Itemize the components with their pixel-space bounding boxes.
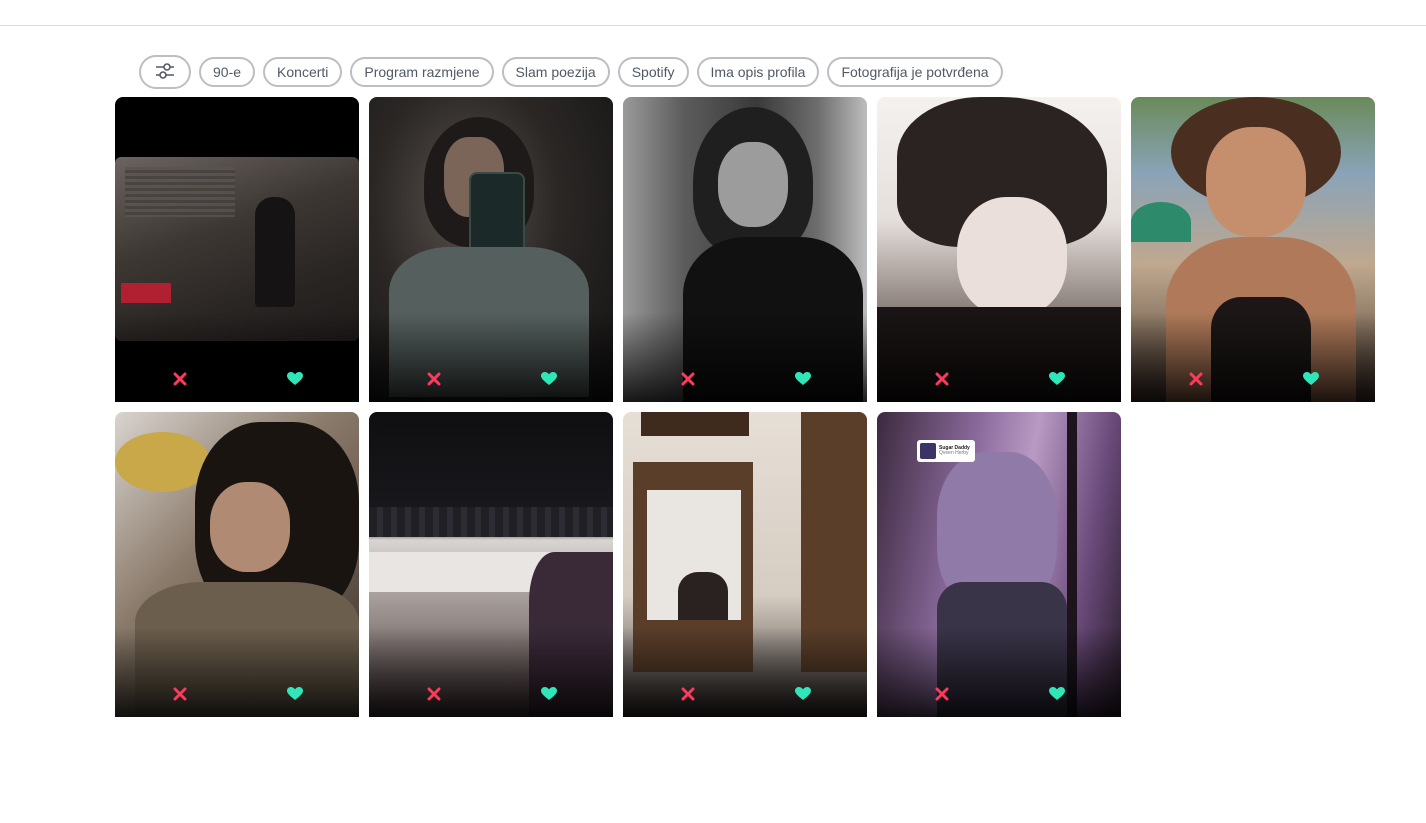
sliders-icon [154,60,176,85]
like-button[interactable] [792,685,814,707]
like-button[interactable] [538,370,560,392]
like-button[interactable] [538,685,560,707]
nope-button[interactable] [169,685,191,707]
profiles-grid: Sugar Daddy Qveen Herby [115,97,1375,717]
nope-button[interactable] [423,685,445,707]
heart-icon [541,686,557,706]
like-button[interactable] [792,370,814,392]
nope-button[interactable] [169,370,191,392]
spotify-anthem-badge: Sugar Daddy Qveen Herby [917,440,975,462]
profile-card[interactable] [1131,97,1375,402]
top-bar [0,0,1426,26]
like-button[interactable] [1046,685,1068,707]
nope-button[interactable] [423,370,445,392]
nope-button[interactable] [1185,370,1207,392]
profile-card[interactable] [623,97,867,402]
nope-button[interactable] [931,370,953,392]
close-icon [173,687,187,706]
like-button[interactable] [284,685,306,707]
like-button[interactable] [1300,370,1322,392]
profile-card[interactable] [877,97,1121,402]
like-button[interactable] [1046,370,1068,392]
heart-icon [287,371,303,391]
chip-program-razmjene[interactable]: Program razmjene [350,57,494,87]
like-button[interactable] [284,370,306,392]
heart-icon [795,371,811,391]
chip-koncerti[interactable]: Koncerti [263,57,343,87]
close-icon [427,687,441,706]
heart-icon [1049,371,1065,391]
heart-icon [795,686,811,706]
close-icon [681,687,695,706]
close-icon [173,372,187,391]
heart-icon [541,371,557,391]
close-icon [427,372,441,391]
chip-fotografija-potvrdena[interactable]: Fotografija je potvrđena [827,57,1003,87]
filter-settings-button[interactable] [139,55,191,89]
heart-icon [287,686,303,706]
close-icon [681,372,695,391]
chip-spotify[interactable]: Spotify [617,57,689,87]
chip-90e[interactable]: 90-e [199,57,256,87]
profile-card[interactable] [369,97,613,402]
profile-card[interactable] [115,97,359,402]
chip-ima-opis-profila[interactable]: Ima opis profila [696,57,820,87]
album-art [920,443,936,459]
profile-card[interactable]: Sugar Daddy Qveen Herby [877,412,1121,717]
profile-card[interactable] [369,412,613,717]
nope-button[interactable] [931,685,953,707]
nope-button[interactable] [677,370,699,392]
close-icon [935,687,949,706]
heart-icon [1303,371,1319,391]
nope-button[interactable] [677,685,699,707]
chip-slam-poezija[interactable]: Slam poezija [501,57,610,87]
heart-icon [1049,686,1065,706]
close-icon [1189,372,1203,391]
song-artist: Qveen Herby [939,450,969,456]
profile-card[interactable] [623,412,867,717]
profile-card[interactable] [115,412,359,717]
filter-chips: 90-e Koncerti Program razmjene Slam poez… [139,55,1003,89]
close-icon [935,372,949,391]
